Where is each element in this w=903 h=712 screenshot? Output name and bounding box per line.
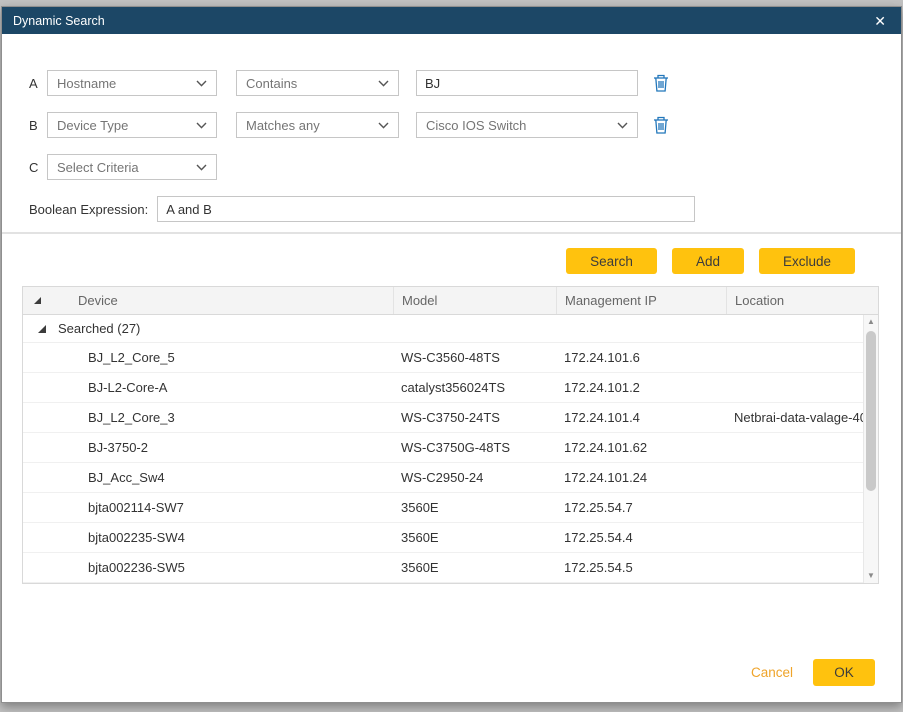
- criteria-b-label: B: [29, 118, 47, 133]
- criteria-b-field-value: Device Type: [57, 118, 190, 133]
- table-row[interactable]: bjta002114-SW7 3560E 172.25.54.7: [23, 493, 878, 523]
- cell-device: BJ_Acc_Sw4: [51, 470, 393, 485]
- dialog-footer: Cancel OK: [751, 659, 875, 686]
- cell-device: BJ-L2-Core-A: [51, 380, 393, 395]
- cell-management-ip: 172.24.101.62: [556, 440, 726, 455]
- scrollbar-thumb[interactable]: [866, 331, 876, 491]
- cell-device: BJ_L2_Core_5: [51, 350, 393, 365]
- dialog-titlebar: Dynamic Search ✕: [2, 7, 901, 34]
- cell-management-ip: 172.24.101.6: [556, 350, 726, 365]
- table-row[interactable]: bjta002236-SW5 3560E 172.25.54.5: [23, 553, 878, 583]
- criteria-c-label: C: [29, 160, 47, 175]
- cell-management-ip: 172.24.101.2: [556, 380, 726, 395]
- criteria-section: A Hostname Contains B Device Type: [2, 34, 901, 196]
- collapse-all-icon[interactable]: [23, 287, 51, 314]
- chevron-down-icon: [196, 122, 207, 129]
- table-row[interactable]: BJ_Acc_Sw4 WS-C2950-24 172.24.101.24: [23, 463, 878, 493]
- group-expand-icon[interactable]: [38, 325, 46, 333]
- group-label: Searched (27): [58, 321, 140, 336]
- ok-button[interactable]: OK: [813, 659, 875, 686]
- cell-management-ip: 172.24.101.4: [556, 410, 726, 425]
- chevron-down-icon: [617, 122, 628, 129]
- table-body: Searched (27) BJ_L2_Core_5 WS-C3560-48TS…: [23, 315, 878, 583]
- scroll-up-icon[interactable]: ▲: [864, 315, 878, 329]
- dynamic-search-dialog: Dynamic Search ✕ A Hostname Contains: [1, 6, 902, 703]
- criteria-b-value: Cisco IOS Switch: [426, 118, 611, 133]
- group-row-searched[interactable]: Searched (27): [23, 315, 878, 343]
- table-row[interactable]: BJ_L2_Core_5 WS-C3560-48TS 172.24.101.6: [23, 343, 878, 373]
- criteria-row-a: A Hostname Contains: [29, 70, 901, 96]
- cell-location: Netbrai-data-valage-40: [726, 410, 878, 425]
- results-table: Device Model Management IP Location Sear…: [22, 286, 879, 584]
- cell-management-ip: 172.24.101.24: [556, 470, 726, 485]
- column-header-model[interactable]: Model: [393, 287, 556, 314]
- boolean-expression-input[interactable]: [157, 196, 695, 222]
- table-row[interactable]: bjta002235-SW4 3560E 172.25.54.4: [23, 523, 878, 553]
- boolean-expression-row: Boolean Expression:: [2, 196, 901, 222]
- criteria-row-c: C Select Criteria: [29, 154, 901, 180]
- cell-model: WS-C2950-24: [393, 470, 556, 485]
- cell-device: bjta002235-SW4: [51, 530, 393, 545]
- cell-model: 3560E: [393, 530, 556, 545]
- chevron-down-icon: [196, 80, 207, 87]
- criteria-a-field-select[interactable]: Hostname: [47, 70, 217, 96]
- dialog-title: Dynamic Search: [13, 14, 870, 28]
- criteria-row-b: B Device Type Matches any Cisco IOS Swit…: [29, 112, 901, 138]
- cell-device: BJ-3750-2: [51, 440, 393, 455]
- cell-management-ip: 172.25.54.5: [556, 560, 726, 575]
- cell-model: WS-C3750-24TS: [393, 410, 556, 425]
- table-header: Device Model Management IP Location: [23, 287, 878, 315]
- criteria-b-field-select[interactable]: Device Type: [47, 112, 217, 138]
- vertical-scrollbar[interactable]: ▲ ▼: [863, 315, 878, 583]
- close-icon[interactable]: ✕: [870, 12, 890, 30]
- action-buttons: Search Add Exclude: [2, 234, 901, 274]
- cell-model: WS-C3750G-48TS: [393, 440, 556, 455]
- chevron-down-icon: [378, 122, 389, 129]
- cell-model: 3560E: [393, 560, 556, 575]
- criteria-c-field-value: Select Criteria: [57, 160, 190, 175]
- criteria-a-operator-value: Contains: [246, 76, 372, 91]
- cell-management-ip: 172.25.54.4: [556, 530, 726, 545]
- table-row[interactable]: BJ-3750-2 WS-C3750G-48TS 172.24.101.62: [23, 433, 878, 463]
- cell-model: catalyst356024TS: [393, 380, 556, 395]
- column-header-management-ip[interactable]: Management IP: [556, 287, 726, 314]
- chevron-down-icon: [378, 80, 389, 87]
- boolean-expression-label: Boolean Expression:: [29, 202, 148, 217]
- cell-model: 3560E: [393, 500, 556, 515]
- cell-management-ip: 172.25.54.7: [556, 500, 726, 515]
- criteria-c-field-select[interactable]: Select Criteria: [47, 154, 217, 180]
- cell-device: bjta002114-SW7: [51, 500, 393, 515]
- cell-device: bjta002236-SW5: [51, 560, 393, 575]
- criteria-b-operator-select[interactable]: Matches any: [236, 112, 399, 138]
- criteria-a-operator-select[interactable]: Contains: [236, 70, 399, 96]
- cell-device: BJ_L2_Core_3: [51, 410, 393, 425]
- delete-criteria-b-icon[interactable]: [653, 116, 669, 134]
- cancel-button[interactable]: Cancel: [751, 665, 793, 680]
- criteria-b-operator-value: Matches any: [246, 118, 372, 133]
- criteria-a-field-value: Hostname: [57, 76, 190, 91]
- delete-criteria-a-icon[interactable]: [653, 74, 669, 92]
- add-button[interactable]: Add: [672, 248, 744, 274]
- search-button[interactable]: Search: [566, 248, 657, 274]
- cell-model: WS-C3560-48TS: [393, 350, 556, 365]
- criteria-a-label: A: [29, 76, 47, 91]
- table-row[interactable]: BJ-L2-Core-A catalyst356024TS 172.24.101…: [23, 373, 878, 403]
- table-row[interactable]: BJ_L2_Core_3 WS-C3750-24TS 172.24.101.4 …: [23, 403, 878, 433]
- exclude-button[interactable]: Exclude: [759, 248, 855, 274]
- chevron-down-icon: [196, 164, 207, 171]
- criteria-a-value-input[interactable]: [416, 70, 638, 96]
- criteria-b-value-select[interactable]: Cisco IOS Switch: [416, 112, 638, 138]
- scroll-down-icon[interactable]: ▼: [864, 569, 878, 583]
- column-header-device[interactable]: Device: [51, 287, 393, 314]
- column-header-location[interactable]: Location: [726, 287, 878, 314]
